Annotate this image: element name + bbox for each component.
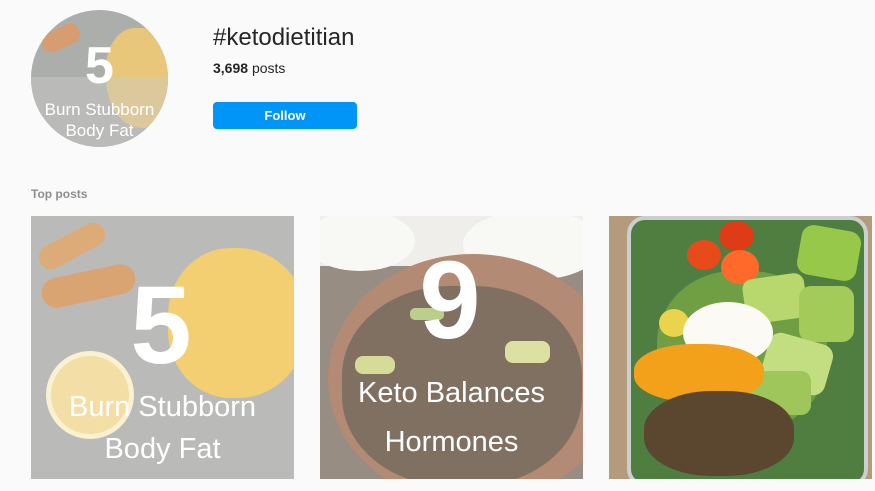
avatar-line-2: Body Fat (65, 121, 134, 140)
tomato-shape (719, 221, 754, 251)
post-1-line-2: Body Fat (104, 433, 221, 465)
follow-button[interactable]: Follow (213, 102, 357, 129)
hashtag-avatar: 5 Burn Stubborn Body Fat (31, 10, 168, 147)
post-2-line-2: Hormones (384, 426, 519, 458)
top-post-1[interactable]: 5 Burn Stubborn Body Fat (31, 216, 294, 479)
avocado-shape (795, 223, 863, 283)
post-1-line-1: Burn Stubborn (68, 391, 256, 423)
ground-beef-shape (644, 391, 794, 476)
post-2-number: 9 (419, 239, 481, 362)
hashtag-title: #ketodietitian (213, 24, 355, 51)
avatar-line-1: Burn Stubborn (44, 100, 155, 119)
tomato-shape (687, 240, 721, 270)
top-posts-heading: Top posts (31, 187, 88, 201)
top-post-2[interactable]: 9 Keto Balances Hormones (320, 216, 583, 479)
post-count-suffix: posts (251, 60, 286, 76)
top-post-3[interactable] (609, 216, 872, 479)
post-count-value: 3,698 (213, 60, 249, 76)
post-count: 3,698 posts (213, 60, 285, 76)
avocado-shape (799, 286, 854, 342)
post-2-line-1: Keto Balances (357, 377, 545, 409)
post-1-number: 5 (130, 264, 192, 387)
avatar-number: 5 (85, 37, 114, 95)
